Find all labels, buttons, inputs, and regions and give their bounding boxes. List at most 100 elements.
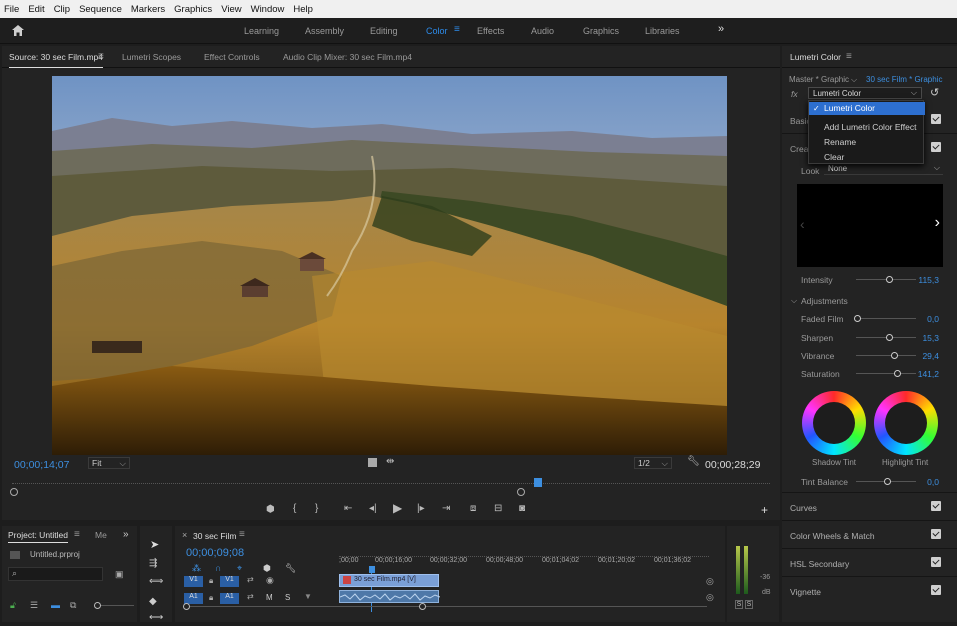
track-scroll-icon[interactable]: ◎	[706, 576, 714, 587]
linked-selection-icon[interactable]: ∩	[215, 563, 221, 573]
workspace-audio[interactable]: Audio	[531, 26, 554, 36]
menu-file[interactable]: File	[4, 4, 19, 15]
selection-tool-icon[interactable]: ➤	[150, 538, 159, 551]
scrub-start-handle[interactable]	[10, 488, 18, 496]
look-select[interactable]: None ⌵	[824, 163, 943, 175]
dropdown-item-clear[interactable]: Clear	[809, 152, 925, 162]
workspace-effects[interactable]: Effects	[477, 26, 504, 36]
slip-tool-icon[interactable]: ⟷	[149, 612, 163, 623]
workspace-learning[interactable]: Learning	[244, 26, 279, 36]
panel-menu-icon[interactable]: ≡	[98, 51, 104, 62]
solo-right-button[interactable]: S	[745, 600, 753, 609]
hsl-secondary-checkbox[interactable]	[931, 557, 941, 567]
faded-film-slider[interactable]	[854, 315, 916, 322]
overwrite-icon[interactable]: ⊟	[494, 503, 502, 514]
project-more-icon[interactable]: »	[123, 529, 129, 540]
tab-media[interactable]: Me	[95, 530, 107, 540]
wrench-icon[interactable]: 🔧︎	[687, 456, 700, 467]
step-back-icon[interactable]: ◂|	[369, 503, 377, 514]
target-v1-toggle[interactable]: V1	[220, 576, 239, 587]
solo-button[interactable]: S	[285, 593, 290, 602]
workspace-libraries[interactable]: Libraries	[645, 26, 680, 36]
freeform-view-icon[interactable]: ⧉	[70, 600, 76, 611]
source-current-timecode[interactable]: 00;00;14;07	[14, 459, 69, 471]
menu-help[interactable]: Help	[293, 4, 313, 15]
scrub-end-handle[interactable]	[517, 488, 525, 496]
new-bin-icon[interactable]: ▣	[115, 569, 124, 580]
add-button-icon[interactable]: +	[761, 503, 768, 517]
tint-balance-knob[interactable]	[884, 478, 891, 485]
zoom-end-handle[interactable]	[419, 603, 426, 610]
mark-out-icon[interactable]: }	[315, 503, 318, 514]
menu-sequence[interactable]: Sequence	[79, 4, 122, 15]
vibrance-slider[interactable]	[856, 352, 916, 359]
audio-clip[interactable]	[339, 590, 440, 603]
sharpen-slider[interactable]	[856, 334, 916, 341]
workspace-editing[interactable]: Editing	[370, 26, 398, 36]
menu-window[interactable]: Window	[251, 4, 285, 15]
vignette-checkbox[interactable]	[931, 585, 941, 595]
track-lock-icon[interactable]: 🔒︎	[209, 593, 213, 603]
zoom-start-handle[interactable]	[183, 603, 190, 610]
resolution-select[interactable]: 1/2 ⌵	[634, 457, 672, 469]
video-clip[interactable]: 30 sec Film.mp4 [V]	[339, 574, 439, 587]
tab-sequence[interactable]: 30 sec Film	[193, 531, 236, 541]
adjustments-label[interactable]: Adjustments	[801, 296, 848, 306]
dropdown-item-lumetri-color[interactable]: ✓ Lumetri Color	[809, 102, 925, 115]
razor-tool-icon[interactable]: ◆	[149, 596, 157, 607]
menu-graphics[interactable]: Graphics	[174, 4, 212, 15]
dropdown-item-rename[interactable]: Rename	[809, 137, 925, 147]
intensity-value[interactable]: 115,3	[918, 275, 939, 285]
insert-icon[interactable]: ⧈	[470, 503, 476, 514]
vibrance-value[interactable]: 29,4	[922, 351, 939, 361]
workspace-assembly[interactable]: Assembly	[305, 26, 344, 36]
list-view-icon[interactable]: ☰	[30, 600, 38, 611]
intensity-knob[interactable]	[886, 276, 893, 283]
workspace-color[interactable]: Color	[426, 26, 448, 36]
adjustments-chevron-icon[interactable]: ⌵	[791, 296, 797, 306]
timeline-timecode[interactable]: 00;00;09;08	[186, 547, 244, 559]
go-to-in-icon[interactable]: ⇤	[344, 503, 352, 514]
tab-source[interactable]: Source: 30 sec Film.mp4	[9, 52, 104, 68]
snap-icon[interactable]: ⁂	[192, 563, 201, 574]
fit-select[interactable]: Fit ⌵	[88, 457, 130, 469]
vibrance-knob[interactable]	[891, 352, 898, 359]
effect-select[interactable]: Lumetri Color ⌵	[808, 87, 922, 99]
look-next-icon[interactable]: ›	[935, 214, 940, 232]
saturation-knob[interactable]	[894, 370, 901, 377]
vignette-section[interactable]: Vignette	[782, 576, 957, 604]
sync-lock-icon[interactable]: ⇄	[247, 575, 254, 584]
hsl-secondary-section[interactable]: HSL Secondary	[782, 548, 957, 576]
menu-clip[interactable]: Clip	[54, 4, 70, 15]
menu-edit[interactable]: Edit	[28, 4, 44, 15]
track-scroll-icon[interactable]: ◎	[706, 592, 714, 603]
highlight-tint-wheel[interactable]	[874, 391, 938, 455]
timeline-settings-icon[interactable]: 🔧︎	[285, 563, 296, 574]
faded-film-knob[interactable]	[854, 315, 861, 322]
project-menu-icon[interactable]: ≡	[74, 529, 80, 540]
intensity-slider[interactable]	[856, 276, 916, 283]
master-chevron-icon[interactable]: ⌵	[851, 75, 857, 85]
mark-in-icon[interactable]: {	[293, 503, 296, 514]
go-to-out-icon[interactable]: ⇥	[442, 503, 450, 514]
color-wheels-checkbox[interactable]	[931, 529, 941, 539]
lock-icon[interactable]: 🔓︎	[10, 600, 16, 611]
creative-enable-checkbox[interactable]	[931, 142, 941, 152]
menu-view[interactable]: View	[221, 4, 241, 15]
reset-icon[interactable]: ↺	[930, 86, 939, 99]
project-search-input[interactable]: ⌕	[8, 567, 103, 581]
track-select-tool-icon[interactable]: ⇶	[149, 558, 157, 569]
timeline-playhead[interactable]	[369, 566, 375, 573]
close-sequence-icon[interactable]: ×	[182, 530, 187, 540]
tint-balance-slider[interactable]	[856, 478, 916, 485]
workspace-graphics[interactable]: Graphics	[583, 26, 619, 36]
zoom-slider[interactable]	[94, 602, 134, 609]
tab-project[interactable]: Project: Untitled	[8, 530, 68, 543]
shadow-tint-wheel[interactable]	[802, 391, 866, 455]
tab-lumetri-scopes[interactable]: Lumetri Scopes	[122, 52, 181, 62]
master-clip-label[interactable]: Master * Graphic	[789, 75, 849, 84]
marker-icon[interactable]: ⬢	[263, 563, 271, 574]
sharpen-knob[interactable]	[886, 334, 893, 341]
ripple-edit-tool-icon[interactable]: ⟺	[149, 576, 163, 587]
icon-view-icon[interactable]: ▬	[51, 600, 60, 610]
